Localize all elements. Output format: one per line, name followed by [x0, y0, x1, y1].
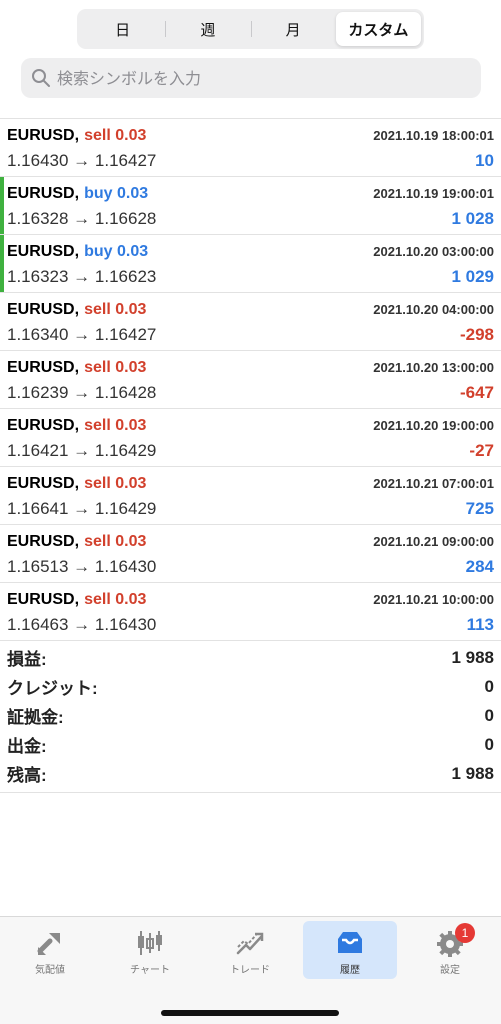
- search-input[interactable]: [57, 68, 457, 88]
- summary-row-balance: 残高: 1 988: [7, 759, 494, 788]
- trade-row[interactable]: EURUSD, sell 0.03 2021.10.20 13:00:00 1.1…: [0, 351, 501, 409]
- tab-label: 履歴: [340, 965, 360, 976]
- trade-time: 2021.10.21 09:00:00: [373, 533, 494, 549]
- trade-side: sell 0.03: [84, 301, 147, 318]
- tab-label: 気配値: [35, 965, 65, 976]
- period-tab-week[interactable]: 週: [165, 12, 250, 46]
- trade-side: sell 0.03: [84, 533, 147, 550]
- summary-divider: [0, 792, 501, 793]
- trade-side: buy 0.03: [84, 185, 149, 202]
- period-tab-custom[interactable]: カスタム: [335, 12, 421, 46]
- history-icon: [338, 932, 362, 953]
- summary-value: 0: [484, 676, 494, 696]
- trade-time: 2021.10.19 19:00:01: [373, 185, 494, 201]
- summary-label: 残高:: [7, 766, 47, 785]
- summary-row-withdrawal: 出金: 0: [7, 730, 494, 759]
- notification-badge: 1: [455, 923, 475, 943]
- trade-row[interactable]: EURUSD, sell 0.03 2021.10.21 07:00:01 1.1…: [0, 467, 501, 525]
- trade-symbol: EURUSD,: [7, 127, 80, 144]
- trade-prices: 1.16239 → 1.16428: [7, 383, 157, 402]
- trade-profit: 1 028: [451, 209, 494, 228]
- trade-profit: 113: [466, 615, 494, 634]
- tab-settings[interactable]: 1 設定: [403, 921, 497, 979]
- trade-row[interactable]: EURUSD, sell 0.03 2021.10.20 04:00:00 1.1…: [0, 293, 501, 351]
- trade-symbol: EURUSD,: [7, 417, 80, 434]
- summary-row-profit: 損益: 1 988: [7, 643, 494, 672]
- summary-row-credit: クレジット: 0: [7, 672, 494, 701]
- trade-profit: 284: [465, 557, 494, 576]
- trade-prices: 1.16513 → 1.16430: [7, 557, 157, 576]
- tab-label: チャート: [130, 965, 170, 976]
- trade-row[interactable]: EURUSD, sell 0.03 2021.10.20 19:00:00 1.1…: [0, 409, 501, 467]
- trade-time: 2021.10.21 10:00:00: [373, 591, 494, 607]
- trade-prices: 1.16430 → 1.16427: [7, 151, 157, 170]
- tab-label: 設定: [440, 965, 460, 976]
- summary-label: 証拠金:: [7, 708, 64, 727]
- trade-symbol: EURUSD,: [7, 301, 80, 318]
- trade-profit: -27: [469, 441, 494, 460]
- summary-label: 損益:: [7, 650, 47, 669]
- trade-prices: 1.16323 → 1.16623: [7, 267, 157, 286]
- trade-prices: 1.16421 → 1.16429: [7, 441, 157, 460]
- summary-value: 0: [484, 705, 494, 725]
- period-segmented-control: 日 週 月 カスタム: [77, 9, 424, 49]
- trade-profit: -298: [459, 325, 494, 344]
- trade-history-list: EURUSD, sell 0.03 2021.10.19 18:00:01 1.1…: [0, 118, 501, 641]
- summary-label: クレジット:: [7, 679, 98, 698]
- trade-prices: 1.16328 → 1.16628: [7, 209, 157, 228]
- home-indicator: [161, 1010, 339, 1016]
- trade-side: sell 0.03: [84, 417, 147, 434]
- trade-symbol: EURUSD,: [7, 243, 80, 260]
- trade-symbol: EURUSD,: [7, 533, 80, 550]
- summary-value: 0: [484, 734, 494, 754]
- trade-side: sell 0.03: [84, 359, 147, 376]
- tab-chart[interactable]: チャート: [103, 921, 197, 979]
- trade-row[interactable]: EURUSD, sell 0.03 2021.10.21 10:00:00 1.1…: [0, 583, 501, 641]
- trade-side: sell 0.03: [84, 475, 147, 492]
- quotes-icon: [37, 933, 60, 955]
- period-tab-day[interactable]: 日: [80, 12, 165, 46]
- trade-row[interactable]: EURUSD, sell 0.03 2021.10.21 09:00:00 1.1…: [0, 525, 501, 583]
- summary-label: 出金:: [7, 737, 47, 756]
- trade-profit: -647: [459, 383, 494, 402]
- summary-row-deposit: 証拠金: 0: [7, 701, 494, 730]
- trade-time: 2021.10.19 18:00:01: [373, 127, 494, 143]
- trade-time: 2021.10.20 13:00:00: [373, 359, 494, 375]
- tab-trade[interactable]: トレード: [203, 921, 297, 979]
- trade-row[interactable]: EURUSD, buy 0.03 2021.10.19 19:00:01 1.16…: [0, 177, 501, 235]
- trade-profit: 10: [475, 151, 494, 170]
- trade-prices: 1.16340 → 1.16427: [7, 325, 157, 344]
- trade-side: sell 0.03: [84, 127, 147, 144]
- trade-time: 2021.10.20 03:00:00: [373, 243, 494, 259]
- trade-side: buy 0.03: [84, 243, 149, 260]
- tab-quotes[interactable]: 気配値: [3, 921, 97, 979]
- tab-history[interactable]: 履歴: [303, 921, 397, 979]
- search-icon: [32, 69, 50, 87]
- summary-value: 1 988: [451, 763, 494, 783]
- trade-symbol: EURUSD,: [7, 185, 80, 202]
- trade-profit: 725: [465, 499, 494, 518]
- trade-icon: [236, 932, 264, 955]
- trade-symbol: EURUSD,: [7, 359, 80, 376]
- summary-value: 1 988: [451, 647, 494, 667]
- search-bar[interactable]: [21, 58, 481, 98]
- tab-label: トレード: [230, 965, 270, 976]
- trade-time: 2021.10.21 07:00:01: [373, 475, 494, 491]
- trade-profit: 1 029: [451, 267, 494, 286]
- trade-prices: 1.16641 → 1.16429: [7, 499, 157, 518]
- period-tab-month[interactable]: 月: [250, 12, 336, 46]
- trade-symbol: EURUSD,: [7, 591, 80, 608]
- chart-icon: [138, 931, 162, 955]
- trade-side: sell 0.03: [84, 591, 147, 608]
- trade-row[interactable]: EURUSD, sell 0.03 2021.10.19 18:00:01 1.1…: [0, 119, 501, 177]
- trade-time: 2021.10.20 19:00:00: [373, 417, 494, 433]
- account-summary: 損益: 1 988 クレジット: 0 証拠金: 0 出金: 0 残高: 1 988: [0, 643, 501, 788]
- trade-time: 2021.10.20 04:00:00: [373, 301, 494, 317]
- bottom-tab-bar: 気配値 チャート トレード 履歴 1 設定: [0, 916, 501, 1024]
- trade-row[interactable]: EURUSD, buy 0.03 2021.10.20 03:00:00 1.16…: [0, 235, 501, 293]
- trade-symbol: EURUSD,: [7, 475, 80, 492]
- trade-prices: 1.16463 → 1.16430: [7, 615, 157, 634]
